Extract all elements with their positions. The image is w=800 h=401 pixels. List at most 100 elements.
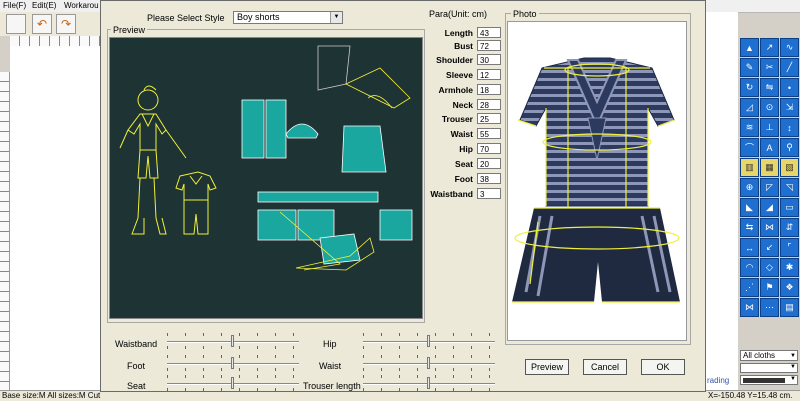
param-armhole-input[interactable]: 18	[477, 84, 501, 95]
dart-tool-icon[interactable]: ◿	[740, 98, 759, 117]
notch-tool-icon[interactable]: ⊥	[760, 118, 779, 137]
slider-thumb[interactable]	[231, 335, 234, 347]
param-seat-input[interactable]: 20	[477, 158, 501, 169]
blank-doc-icon[interactable]	[6, 14, 26, 34]
param-hip-input[interactable]: 70	[477, 143, 501, 154]
fold-tool-icon[interactable]: ◸	[760, 178, 779, 197]
param-label: Sleeve	[446, 70, 473, 80]
redo-icon[interactable]: ↷	[56, 14, 76, 34]
hip-slider[interactable]	[363, 333, 495, 349]
param-label: Foot	[454, 174, 473, 184]
ruler-tool-icon[interactable]: ▤	[780, 298, 799, 317]
rotate-tool-icon[interactable]: ↻	[740, 78, 759, 97]
menu-workaround[interactable]: Workarou	[64, 1, 99, 10]
zoom-tool-icon[interactable]: ⊕	[740, 178, 759, 197]
bow-tool-icon[interactable]: ⋈	[740, 298, 759, 317]
pin-tool-icon[interactable]: ⚲	[780, 138, 799, 157]
param-trouser-input[interactable]: 25	[477, 113, 501, 124]
pleat-tool-icon[interactable]: ≋	[740, 118, 759, 137]
slider-thumb[interactable]	[427, 335, 430, 347]
pocket-tool-icon[interactable]: ▭	[780, 198, 799, 217]
para-title: Para(Unit: cm)	[429, 9, 488, 19]
param-waist-input[interactable]: 55	[477, 128, 501, 139]
param-foot-input[interactable]: 38	[477, 173, 501, 184]
corner-tool-icon[interactable]: ⌜	[780, 238, 799, 257]
shrink-tool-icon[interactable]: ↙	[760, 238, 779, 257]
param-waistband-input[interactable]: 3	[477, 188, 501, 199]
mirror-tool-icon[interactable]: ⇋	[760, 78, 779, 97]
param-label: Neck	[452, 100, 473, 110]
seam-tool-icon[interactable]: ⌒	[740, 138, 759, 157]
preview-button[interactable]: Preview	[525, 359, 569, 375]
chevron-down-icon[interactable]: ▼	[330, 12, 342, 23]
button-tool-icon[interactable]: ⊙	[760, 98, 779, 117]
collar-tool-icon[interactable]: ◢	[760, 198, 779, 217]
style-tool-icon[interactable]: ▧	[780, 158, 799, 177]
shirt-tool-icon[interactable]: ▲	[740, 38, 759, 57]
stitch-tool-icon[interactable]: ⋯	[760, 298, 779, 317]
join-tool-icon[interactable]: ⋈	[760, 218, 779, 237]
sleeve-tool-icon[interactable]: ◣	[740, 198, 759, 217]
slider-label-trouser-length: Trouser length	[303, 381, 361, 391]
pattern-piece-front	[265, 99, 287, 159]
point-tool-icon[interactable]: •	[780, 78, 799, 97]
undo-icon[interactable]: ↶	[32, 14, 52, 34]
grade-tool-icon[interactable]: ⋰	[740, 278, 759, 297]
menu-file[interactable]: File(F)	[3, 1, 26, 10]
arrow-tool-icon[interactable]: ↗	[760, 38, 779, 57]
menu-edit[interactable]: Edit(E)	[32, 1, 56, 10]
param-length: Length 43	[423, 27, 503, 40]
garment-photo	[507, 21, 687, 341]
slider-thumb[interactable]	[231, 357, 234, 369]
star-tool-icon[interactable]: ✱	[780, 258, 799, 277]
cancel-button[interactable]: Cancel	[583, 359, 627, 375]
ok-button[interactable]: OK	[641, 359, 685, 375]
style-select[interactable]: Boy shorts ▼	[233, 11, 343, 24]
pattern-piece-trouser-back	[297, 209, 335, 241]
vertical-ruler	[0, 72, 10, 390]
pattern-tool-icon[interactable]: ▦	[760, 158, 779, 177]
waistband-slider[interactable]	[167, 333, 299, 349]
garment-sketch-shirt	[175, 171, 217, 201]
trouser-length-slider[interactable]	[363, 375, 495, 391]
seat-slider[interactable]	[167, 375, 299, 391]
flip-tool-icon[interactable]: ⇵	[780, 218, 799, 237]
lace-tool-icon[interactable]: ❖	[780, 278, 799, 297]
param-label: Hip	[459, 144, 473, 154]
slider-thumb[interactable]	[231, 377, 234, 389]
drawing-canvas-right[interactable]	[706, 12, 738, 390]
param-sleeve-input[interactable]: 12	[477, 69, 501, 80]
slider-thumb[interactable]	[427, 357, 430, 369]
cursor-coords: X=-150.48 Y=15.48 cm.	[708, 391, 793, 400]
cut-tool-icon[interactable]: ✂	[760, 58, 779, 77]
grain-tool-icon[interactable]: ↕	[780, 118, 799, 137]
shape-tool-icon[interactable]: ◇	[760, 258, 779, 277]
param-shoulder: Shoulder 30	[423, 54, 503, 67]
param-shoulder-input[interactable]: 30	[477, 54, 501, 65]
marker-tool-icon[interactable]: ⚑	[760, 278, 779, 297]
drawing-canvas[interactable]	[10, 46, 100, 390]
line-style-dropdown[interactable]: ▼	[740, 375, 798, 385]
param-waist: Waist 55	[423, 128, 503, 141]
stretch-tool-icon[interactable]: ↔	[740, 238, 759, 257]
waist-slider[interactable]	[363, 355, 495, 371]
line-tool-icon[interactable]: ╱	[780, 58, 799, 77]
arc-tool-icon[interactable]: ◠	[740, 258, 759, 277]
size-dropdown[interactable]: All cloths ▼	[740, 350, 798, 361]
slider-thumb[interactable]	[427, 377, 430, 389]
color-dropdown[interactable]: ▼	[740, 363, 798, 373]
hem-tool-icon[interactable]: ◹	[780, 178, 799, 197]
pattern-piece-leg	[319, 233, 361, 265]
measure-tool-icon[interactable]: ⇲	[780, 98, 799, 117]
garment-tool-icon[interactable]: ▥	[740, 158, 759, 177]
text-tool-icon[interactable]: A	[760, 138, 779, 157]
param-foot: Foot 38	[423, 173, 503, 186]
split-tool-icon[interactable]: ⇆	[740, 218, 759, 237]
param-bust-input[interactable]: 72	[477, 40, 501, 51]
pen-tool-icon[interactable]: ✎	[740, 58, 759, 77]
param-length-input[interactable]: 43	[477, 27, 501, 38]
curve-tool-icon[interactable]: ∿	[780, 38, 799, 57]
foot-slider[interactable]	[167, 355, 299, 371]
param-label: Shoulder	[436, 55, 473, 65]
param-neck-input[interactable]: 28	[477, 99, 501, 110]
